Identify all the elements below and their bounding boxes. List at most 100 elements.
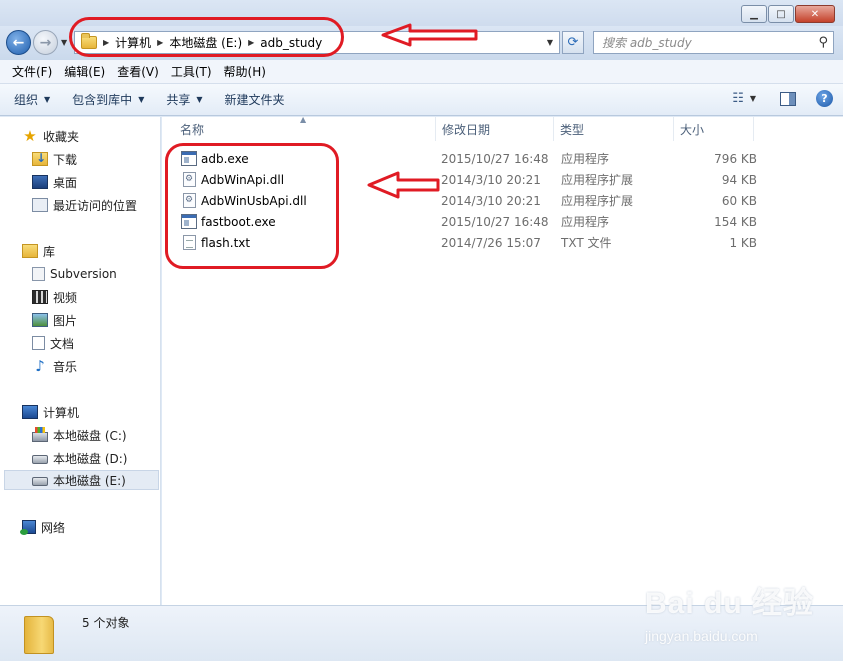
watermark-url: jingyan.baidu.com <box>645 628 758 644</box>
file-size: 94 KB <box>721 172 757 187</box>
video-icon <box>32 290 48 304</box>
menu-bar: 文件(F) 编辑(E) 查看(V) 工具(T) 帮助(H) <box>0 60 843 84</box>
file-size: 154 KB <box>714 214 757 229</box>
annotation-ellipse-files <box>165 143 339 269</box>
menu-view[interactable]: 查看(V) <box>111 63 165 80</box>
organize-button[interactable]: 组织 ▼ <box>14 91 50 108</box>
nav-label: 最近访问的位置 <box>53 198 138 213</box>
nav-label: 图片 <box>53 313 78 328</box>
nav-label: 桌面 <box>53 175 78 190</box>
file-type: 应用程序 <box>561 215 610 229</box>
picture-icon <box>32 313 48 327</box>
nav-label: 网络 <box>41 520 66 535</box>
library-icon <box>22 244 38 258</box>
refresh-icon: ⟳ <box>567 35 579 50</box>
nav-label: 下载 <box>53 152 78 167</box>
nav-label: 本地磁盘 (C:) <box>53 428 127 443</box>
file-date: 2015/10/27 16:48 <box>441 151 549 166</box>
share-button[interactable]: 共享 ▼ <box>166 91 202 108</box>
document-icon <box>32 336 45 350</box>
nav-label: 库 <box>43 244 56 259</box>
nav-computer[interactable]: 计算机 <box>22 402 182 422</box>
nav-label: 音乐 <box>53 359 78 374</box>
arrow-right-icon: → <box>39 34 52 51</box>
close-button[interactable]: ✕ <box>795 5 835 23</box>
organize-label: 组织 <box>14 93 39 107</box>
new-folder-label: 新建文件夹 <box>224 93 285 107</box>
nav-network[interactable]: 网络 <box>20 517 182 537</box>
chevron-down-icon[interactable]: ▼ <box>750 94 756 103</box>
column-header-type[interactable]: 类型 <box>554 117 674 141</box>
computer-icon <box>22 405 38 419</box>
nav-drive-e[interactable]: 本地磁盘 (E:) <box>4 470 159 490</box>
drive-icon <box>32 455 48 464</box>
address-dropdown-icon[interactable]: ▼ <box>547 38 553 47</box>
command-bar: 组织 ▼ 包含到库中 ▼ 共享 ▼ 新建文件夹 ☷ ▼ ? <box>0 84 843 116</box>
column-header-size[interactable]: 大小 <box>674 117 754 141</box>
star-icon: ★ <box>23 127 37 145</box>
view-options-icon[interactable]: ☷ <box>732 91 744 106</box>
annotation-ellipse-address <box>69 17 344 57</box>
file-size: 1 KB <box>729 235 757 250</box>
desktop-icon <box>32 175 48 189</box>
search-icon[interactable]: ⚲ <box>818 35 828 50</box>
column-label: 名称 <box>180 122 205 137</box>
system-drive-icon <box>32 427 48 442</box>
file-type: 应用程序扩展 <box>561 194 634 208</box>
folder-icon <box>24 616 54 654</box>
back-button[interactable]: ← <box>6 30 31 55</box>
file-date: 2015/10/27 16:48 <box>441 214 549 229</box>
download-folder-icon <box>32 151 48 166</box>
forward-button[interactable]: → <box>33 30 58 55</box>
nav-label: Subversion <box>50 267 117 281</box>
arrow-left-icon: ← <box>12 34 25 51</box>
network-icon <box>20 520 36 535</box>
menu-file[interactable]: 文件(F) <box>6 63 58 80</box>
drive-icon <box>32 477 48 486</box>
share-label: 共享 <box>166 93 191 107</box>
navigation-pane: ★ 收藏夹 下载 桌面 最近访问的位置 库 Subversion 视频 图片 文档… <box>0 117 161 605</box>
nav-label: 文档 <box>50 336 75 351</box>
column-header-name[interactable]: 名称 ▲ <box>162 115 436 141</box>
file-type: 应用程序 <box>561 152 610 166</box>
include-in-library-button[interactable]: 包含到库中 ▼ <box>72 91 144 108</box>
chevron-down-icon: ▼ <box>44 95 51 104</box>
sort-ascending-icon: ▲ <box>300 115 307 124</box>
new-folder-button[interactable]: 新建文件夹 <box>225 91 285 108</box>
search-placeholder: 搜索 adb_study <box>602 36 692 50</box>
column-label: 修改日期 <box>442 122 491 137</box>
item-count: 5 个对象 <box>82 616 130 630</box>
preview-pane-icon[interactable] <box>780 91 796 106</box>
nav-label: 计算机 <box>43 405 80 420</box>
file-type: 应用程序扩展 <box>561 173 634 187</box>
include-library-label: 包含到库中 <box>72 93 133 107</box>
nav-label: 收藏夹 <box>43 129 80 144</box>
recent-places-icon <box>32 198 48 212</box>
document-library-icon <box>32 267 45 281</box>
refresh-button[interactable]: ⟳ <box>562 31 584 54</box>
nav-libraries[interactable]: 库 <box>22 241 182 261</box>
annotation-arrow-files <box>367 171 440 199</box>
menu-tools[interactable]: 工具(T) <box>165 63 218 80</box>
column-label: 类型 <box>560 122 585 137</box>
help-icon[interactable]: ? <box>816 90 833 107</box>
menu-edit[interactable]: 编辑(E) <box>58 63 111 80</box>
annotation-arrow-address <box>381 23 478 47</box>
toolbar-right: ☷ ▼ ? <box>732 90 833 107</box>
nav-label: 本地磁盘 (D:) <box>53 451 128 466</box>
file-date: 2014/7/26 15:07 <box>441 235 541 250</box>
nav-favorites[interactable]: ★ 收藏夹 <box>22 126 182 146</box>
file-size: 60 KB <box>721 193 757 208</box>
minimize-button[interactable]: ▁ <box>741 5 767 23</box>
nav-label: 本地磁盘 (E:) <box>53 473 126 488</box>
recent-pages-dropdown[interactable]: ▼ <box>61 38 67 47</box>
window-controls: ▁ □ ✕ <box>740 5 835 23</box>
column-header-date[interactable]: 修改日期 <box>436 117 554 141</box>
chevron-down-icon: ▼ <box>196 95 203 104</box>
menu-help[interactable]: 帮助(H) <box>218 63 272 80</box>
maximize-button[interactable]: □ <box>768 5 794 23</box>
file-type: TXT 文件 <box>561 236 612 250</box>
watermark-brand: Bai du 经验 <box>645 587 815 620</box>
music-note-icon: ♪ <box>35 357 45 375</box>
search-input[interactable]: 搜索 adb_study ⚲ <box>593 31 834 54</box>
